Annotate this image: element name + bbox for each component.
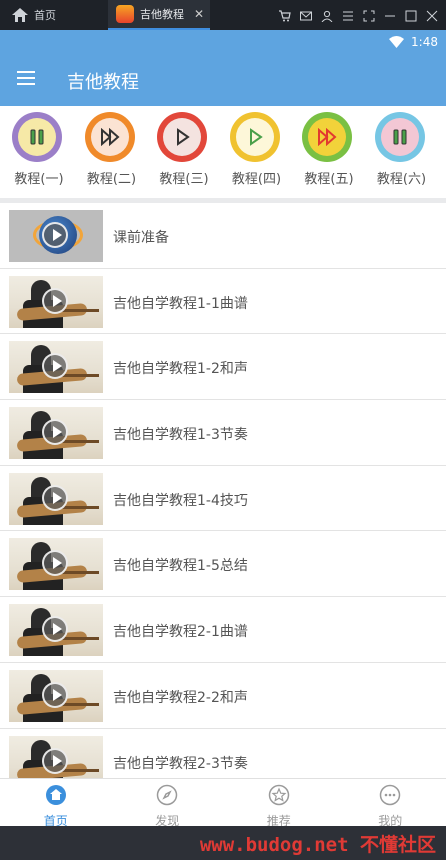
emulator-home-tab[interactable]: 首页	[12, 6, 72, 24]
lesson-list: 课前准备吉他自学教程1-1曲谱 吉他自学教程1-2和声 吉他自学教程1-3节奏 吉他自…	[0, 203, 446, 778]
tutorial-item[interactable]: 教程(六)	[374, 106, 446, 198]
app-icon	[116, 5, 134, 23]
cart-icon[interactable]	[279, 7, 291, 22]
emulator-app-tab[interactable]: 吉他教程 ✕	[108, 0, 210, 30]
play-icon	[42, 484, 68, 511]
fast-forward-icon	[302, 112, 352, 162]
pause-icon	[374, 112, 425, 162]
watermark-strip: www.budog.net 不懂社区	[0, 826, 446, 860]
menu-lines-icon[interactable]	[342, 7, 354, 21]
lesson-list-item[interactable]: 课前准备	[0, 203, 446, 269]
page-title: 吉他教程	[67, 72, 139, 93]
maximize-icon[interactable]	[405, 7, 417, 22]
video-thumbnail	[9, 275, 103, 328]
home-icon	[12, 8, 28, 22]
hamburger-menu-icon[interactable]	[17, 71, 35, 85]
video-thumbnail	[9, 604, 103, 657]
close-window-icon[interactable]	[426, 7, 438, 22]
user-icon[interactable]	[321, 7, 333, 23]
emulator-title-bar: 首页 吉他教程 ✕	[0, 0, 446, 30]
tutorial-item[interactable]: 教程(三)	[156, 106, 229, 198]
lesson-list-item[interactable]: 吉他自学教程2-1曲谱	[0, 597, 446, 663]
tutorial-label: 教程(五)	[304, 172, 354, 187]
minimize-icon[interactable]	[384, 7, 396, 19]
emulator-toolbar	[279, 7, 438, 23]
lesson-title: 吉他自学教程1-5总结	[113, 558, 248, 575]
lesson-title: 吉他自学教程2-2和声	[113, 689, 248, 706]
lesson-title: 吉他自学教程1-2和声	[113, 361, 248, 378]
lesson-title: 吉他自学教程2-3节奏	[113, 755, 248, 772]
play-icon	[229, 112, 280, 162]
play-icon	[42, 287, 68, 314]
status-bar: 1:48	[0, 30, 446, 56]
emulator-tab-label: 吉他教程	[140, 8, 184, 21]
emulator-home-label: 首页	[34, 9, 56, 22]
tutorial-label: 教程(三)	[159, 172, 209, 187]
lesson-list-item[interactable]: 吉他自学教程1-1曲谱	[0, 269, 446, 335]
video-thumbnail	[9, 472, 103, 525]
lesson-title: 吉他自学教程2-1曲谱	[113, 624, 248, 641]
bottom-nav-item[interactable]: 首页	[0, 779, 112, 828]
lesson-list-item[interactable]: 吉他自学教程2-3节奏	[0, 729, 446, 778]
app-bar: 吉他教程	[0, 56, 446, 106]
video-thumbnail	[9, 669, 103, 722]
lesson-title: 吉他自学教程1-1曲谱	[113, 295, 248, 312]
wifi-icon	[389, 36, 404, 48]
close-tab-icon[interactable]: ✕	[194, 7, 204, 21]
lesson-title: 课前准备	[113, 230, 169, 246]
tutorial-label: 教程(四)	[231, 172, 282, 187]
video-thumbnail	[9, 341, 103, 394]
screenshot-icon[interactable]	[363, 7, 375, 22]
status-time: 1:48	[411, 35, 438, 49]
tutorial-item[interactable]: 教程(四)	[229, 106, 302, 198]
video-thumbnail	[9, 210, 103, 262]
bottom-nav-item[interactable]: 发现	[112, 779, 224, 828]
video-thumbnail	[9, 538, 103, 591]
pause-icon	[12, 112, 62, 162]
lesson-list-item[interactable]: 吉他自学教程1-5总结	[0, 531, 446, 598]
play-icon	[42, 419, 68, 446]
watermark-text: www.budog.net 不懂社区	[199, 834, 436, 856]
tutorial-item[interactable]: 教程(五)	[301, 106, 374, 198]
play-icon	[157, 112, 207, 162]
lesson-list-item[interactable]: 吉他自学教程2-2和声	[0, 663, 446, 729]
lesson-list-item[interactable]: 吉他自学教程1-4技巧	[0, 466, 446, 532]
tutorial-label: 教程(二)	[86, 172, 137, 187]
play-icon	[42, 747, 68, 774]
tutorial-item[interactable]: 教程(二)	[84, 106, 157, 198]
compass-icon	[156, 784, 178, 810]
tutorial-label: 教程(一)	[14, 172, 64, 187]
play-icon	[42, 222, 68, 248]
tutorial-category-row: 教程(一) 教程(二) 教程(三) 教程(四) 教程(五) 教程(六)	[0, 106, 446, 198]
video-thumbnail	[9, 407, 103, 460]
lesson-title: 吉他自学教程1-4技巧	[113, 492, 248, 509]
bottom-nav-item[interactable]: 我的	[335, 779, 446, 828]
bottom-nav-item[interactable]: 推荐	[223, 779, 335, 828]
tutorial-label: 教程(六)	[376, 172, 427, 187]
lesson-list-item[interactable]: 吉他自学教程1-3节奏	[0, 400, 446, 466]
play-icon	[42, 681, 68, 708]
bottom-navigation: 首页 发现 推荐 我的	[0, 778, 446, 828]
home-icon	[45, 784, 67, 810]
tutorial-item[interactable]: 教程(一)	[11, 106, 84, 198]
fast-forward-icon	[84, 112, 135, 162]
lesson-title: 吉他自学教程1-3节奏	[113, 427, 248, 444]
more-icon	[379, 784, 401, 810]
play-icon	[42, 616, 68, 643]
video-thumbnail	[9, 735, 103, 778]
lesson-list-item[interactable]: 吉他自学教程1-2和声	[0, 334, 446, 401]
star-icon	[268, 784, 290, 810]
mail-icon[interactable]	[300, 7, 312, 21]
